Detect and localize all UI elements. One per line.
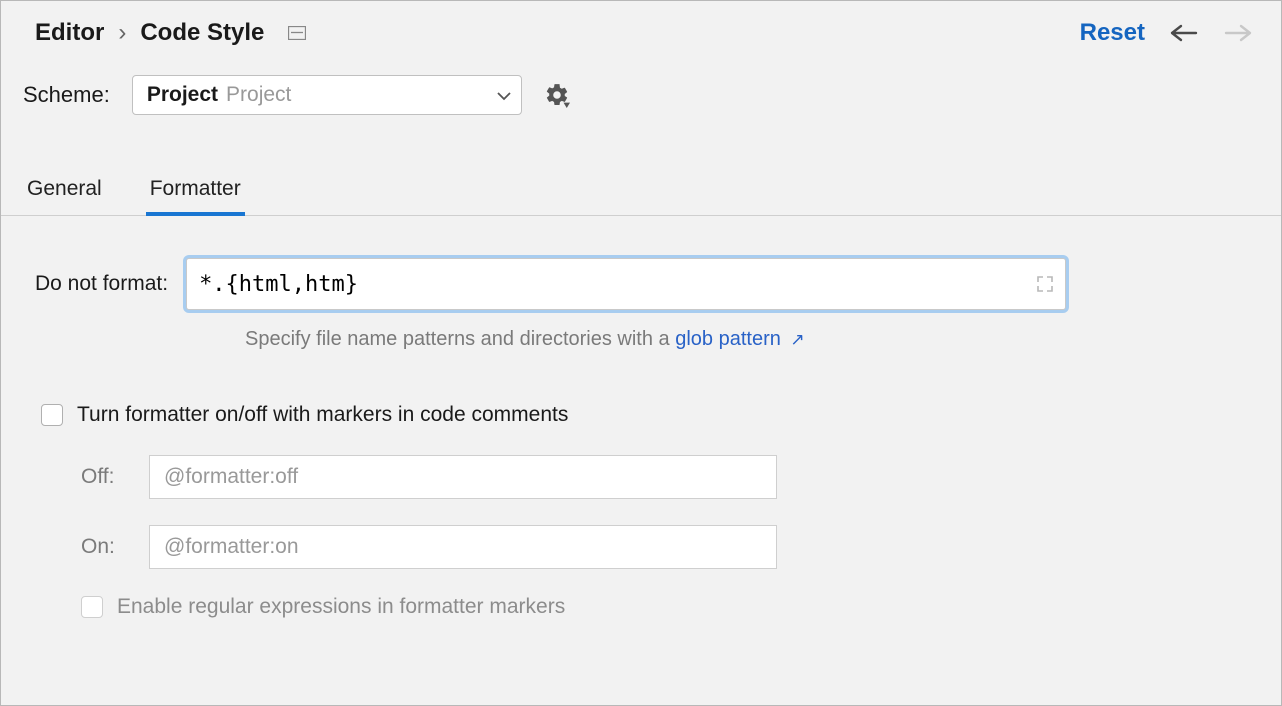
scheme-label: Scheme: [23, 82, 110, 108]
markers-checkbox-label: Turn formatter on/off with markers in co… [77, 403, 568, 427]
back-arrow-icon[interactable] [1169, 23, 1199, 43]
markers-checkbox[interactable] [41, 404, 63, 426]
on-row: On: [81, 525, 1247, 569]
scheme-selected-bold: Project [147, 83, 218, 107]
tabs: General Formatter [1, 167, 1281, 216]
forward-arrow-icon[interactable] [1223, 23, 1253, 43]
breadcrumb: Editor › Code Style [35, 19, 306, 47]
header-actions: Reset [1080, 19, 1253, 47]
glob-pattern-link[interactable]: glob pattern [675, 328, 781, 350]
markers-sub-block: Off: On: Enable regular expressions in f… [81, 455, 1247, 619]
off-input [149, 455, 777, 499]
off-label: Off: [81, 465, 133, 489]
breadcrumb-separator: › [118, 19, 126, 47]
do-not-format-row: Do not format: [35, 258, 1247, 310]
breadcrumb-code-style: Code Style [140, 19, 264, 47]
markers-section: Turn formatter on/off with markers in co… [41, 403, 1247, 619]
content: Do not format: Specify file name pattern… [1, 216, 1281, 619]
do-not-format-label: Do not format: [35, 272, 168, 296]
external-link-icon: ↗ [790, 330, 804, 349]
header: Editor › Code Style Reset [1, 1, 1281, 57]
regex-checkbox [81, 596, 103, 618]
markers-checkbox-row: Turn formatter on/off with markers in co… [41, 403, 1247, 427]
do-not-format-input-wrap [186, 258, 1066, 310]
glob-hint-text: Specify file name patterns and directori… [245, 328, 675, 350]
scheme-select[interactable]: Project Project [132, 75, 522, 115]
regex-checkbox-label: Enable regular expressions in formatter … [117, 595, 565, 619]
regex-checkbox-row: Enable regular expressions in formatter … [81, 595, 1247, 619]
tab-formatter[interactable]: Formatter [148, 167, 243, 215]
gear-icon[interactable] [544, 82, 570, 108]
scheme-row: Scheme: Project Project [1, 57, 1281, 139]
expand-icon[interactable] [1036, 275, 1054, 293]
glob-hint: Specify file name patterns and directori… [245, 328, 1247, 351]
do-not-format-input[interactable] [186, 258, 1066, 310]
tab-general[interactable]: General [25, 167, 104, 215]
chevron-down-icon [497, 83, 511, 107]
on-input [149, 525, 777, 569]
scheme-selected-muted: Project [226, 83, 291, 107]
settings-panel: Editor › Code Style Reset Scheme: Projec… [0, 0, 1282, 706]
breadcrumb-editor[interactable]: Editor [35, 19, 104, 47]
off-row: Off: [81, 455, 1247, 499]
on-label: On: [81, 535, 133, 559]
collapse-icon[interactable] [288, 26, 306, 40]
reset-button[interactable]: Reset [1080, 19, 1145, 47]
